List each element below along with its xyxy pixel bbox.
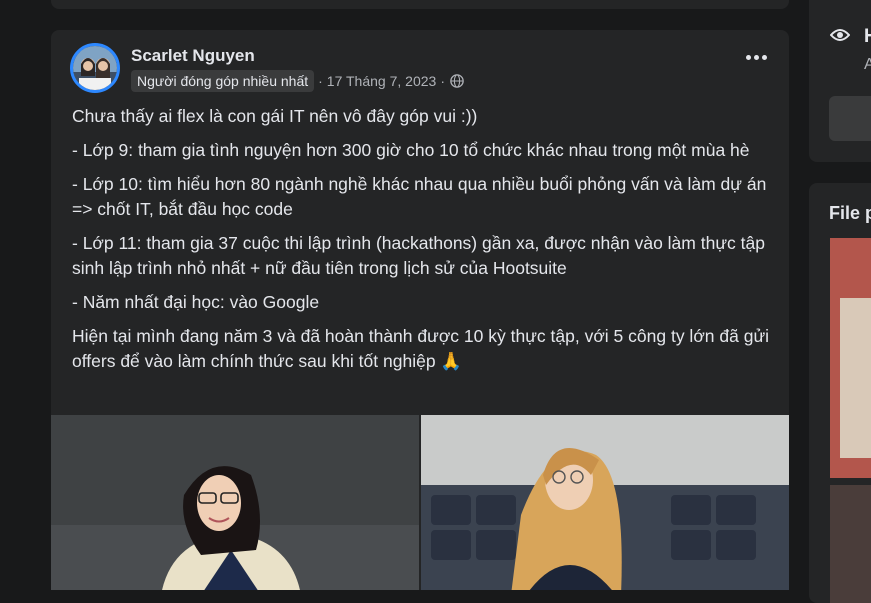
sidebar-item-label: H [864, 26, 871, 47]
more-options-button[interactable] [746, 55, 767, 60]
sidebar-button[interactable] [829, 96, 871, 141]
post-paragraph: - Lớp 11: tham gia 37 cuộc thi lập trình… [72, 233, 765, 278]
previous-post-card [51, 0, 789, 9]
post-date[interactable]: 17 Tháng 7, 2023 [327, 73, 437, 89]
top-contributor-badge[interactable]: Người đóng góp nhiều nhất [131, 69, 315, 92]
avatar[interactable] [70, 43, 120, 93]
post-photo-1[interactable] [51, 415, 419, 590]
sidebar-about-card: H A [809, 0, 871, 162]
post-body: Chưa thấy ai flex là con gái IT nên vô đ… [72, 104, 772, 383]
post-paragraph: Chưa thấy ai flex là con gái IT nên vô đ… [72, 106, 478, 126]
file-thumbnail[interactable] [830, 485, 871, 603]
post-card: Scarlet Nguyen Người đóng góp nhiều nhất… [51, 30, 789, 590]
separator-dot: · [318, 72, 323, 89]
sidebar-files-card: File p [809, 183, 871, 603]
post-paragraph: - Năm nhất đại học: vào Google [72, 292, 320, 312]
globe-icon [450, 73, 464, 88]
post-photo-2[interactable] [421, 415, 789, 590]
post-paragraph: - Lớp 10: tìm hiểu hơn 80 ngành nghề khá… [72, 174, 767, 219]
post-paragraph: Hiện tại mình đang năm 3 và đã hoàn thàn… [72, 326, 770, 371]
separator-dot: · [440, 72, 445, 89]
files-section-title: File p [829, 203, 871, 223]
author-name[interactable]: Scarlet Nguyen [131, 46, 255, 66]
post-paragraph: - Lớp 9: tham gia tình nguyện hơn 300 gi… [72, 140, 750, 160]
sidebar-item-sub: A [864, 56, 871, 73]
more-horizontal-icon [746, 55, 751, 60]
eye-icon [829, 27, 851, 48]
post-meta: Người đóng góp nhiều nhất · 17 Tháng 7, … [131, 69, 464, 92]
file-thumbnail[interactable] [830, 238, 871, 478]
